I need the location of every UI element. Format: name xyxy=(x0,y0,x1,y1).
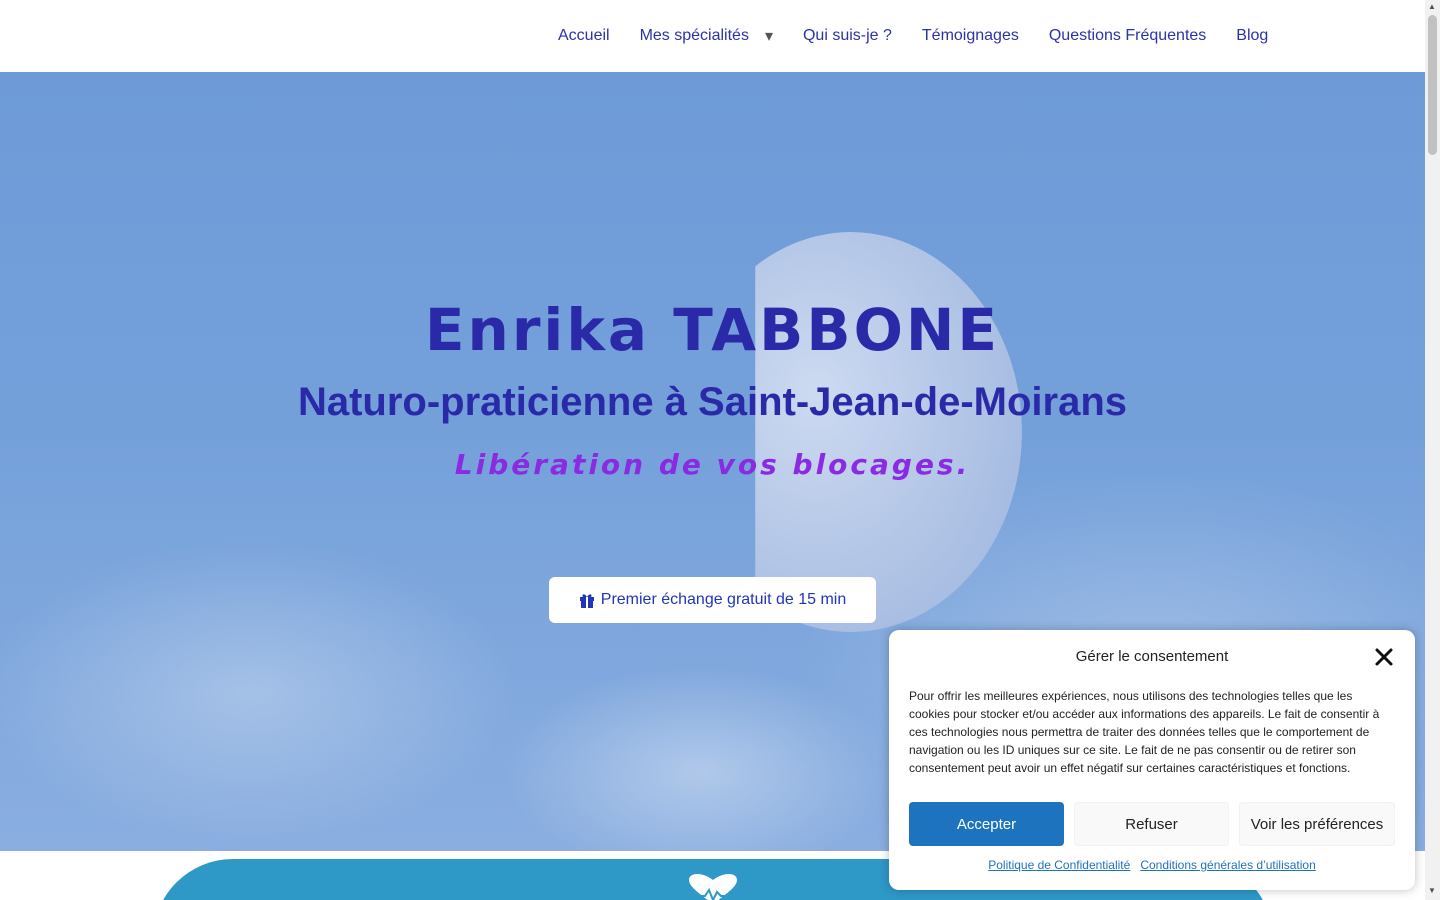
chevron-down-icon[interactable]: ▾ xyxy=(765,26,773,46)
site-header: Accueil Mes spécialités ▾ Qui suis-je ? … xyxy=(0,0,1425,72)
accept-button[interactable]: Accepter xyxy=(909,802,1064,846)
heart-pulse-icon xyxy=(689,874,737,900)
nav-item-specialites[interactable]: Mes spécialités ▾ xyxy=(625,26,788,46)
free-call-button[interactable]: Premier échange gratuit de 15 min xyxy=(549,577,876,623)
nav-item-accueil[interactable]: Accueil xyxy=(543,27,625,45)
scrollbar-thumb[interactable] xyxy=(1428,15,1437,155)
hero-subtitle: Naturo-praticienne à Saint-Jean-de-Moira… xyxy=(297,380,1128,424)
consent-body: Pour offrir les meilleures expériences, … xyxy=(909,689,1380,775)
nav-item-label: Mes spécialités xyxy=(639,27,749,44)
scroll-up-icon[interactable]: ▲ xyxy=(1428,2,1436,11)
nav-item-blog[interactable]: Blog xyxy=(1221,27,1283,45)
free-call-label: Premier échange gratuit de 15 min xyxy=(600,591,847,608)
nav-item-label: Accueil xyxy=(558,27,610,44)
nav-item-temoignages[interactable]: Témoignages xyxy=(907,27,1034,45)
nav-item-label: Témoignages xyxy=(921,27,1019,44)
nav-item-faq[interactable]: Questions Fréquentes xyxy=(1034,27,1221,45)
scroll-down-icon[interactable]: ▼ xyxy=(1428,886,1436,895)
nav-item-label: Qui suis-je ? xyxy=(802,27,892,44)
consent-dialog: Gérer le consentement Pour offrir les me… xyxy=(889,630,1415,890)
privacy-policy-link[interactable]: Politique de Confidentialité xyxy=(988,858,1130,872)
nav-item-label: Blog xyxy=(1236,27,1269,44)
gift-icon xyxy=(579,593,594,608)
close-icon[interactable] xyxy=(1373,646,1395,668)
nav-item-qui-suis-je[interactable]: Qui suis-je ? xyxy=(788,27,907,45)
hero-tagline: Libération de vos blocages. xyxy=(454,448,971,481)
consent-title: Gérer le consentement xyxy=(1075,648,1229,665)
preferences-button[interactable]: Voir les préférences xyxy=(1239,802,1395,846)
consent-links: Politique de Confidentialité Conditions … xyxy=(889,858,1415,872)
refuse-button[interactable]: Refuser xyxy=(1074,802,1229,846)
terms-link[interactable]: Conditions générales d’utilisation xyxy=(1140,858,1315,872)
page-title: Enrika TABBONE xyxy=(424,296,1001,364)
main-nav: Accueil Mes spécialités ▾ Qui suis-je ? … xyxy=(543,0,1283,72)
nav-item-label: Questions Fréquentes xyxy=(1048,27,1207,44)
moon-background-image xyxy=(755,232,1022,632)
